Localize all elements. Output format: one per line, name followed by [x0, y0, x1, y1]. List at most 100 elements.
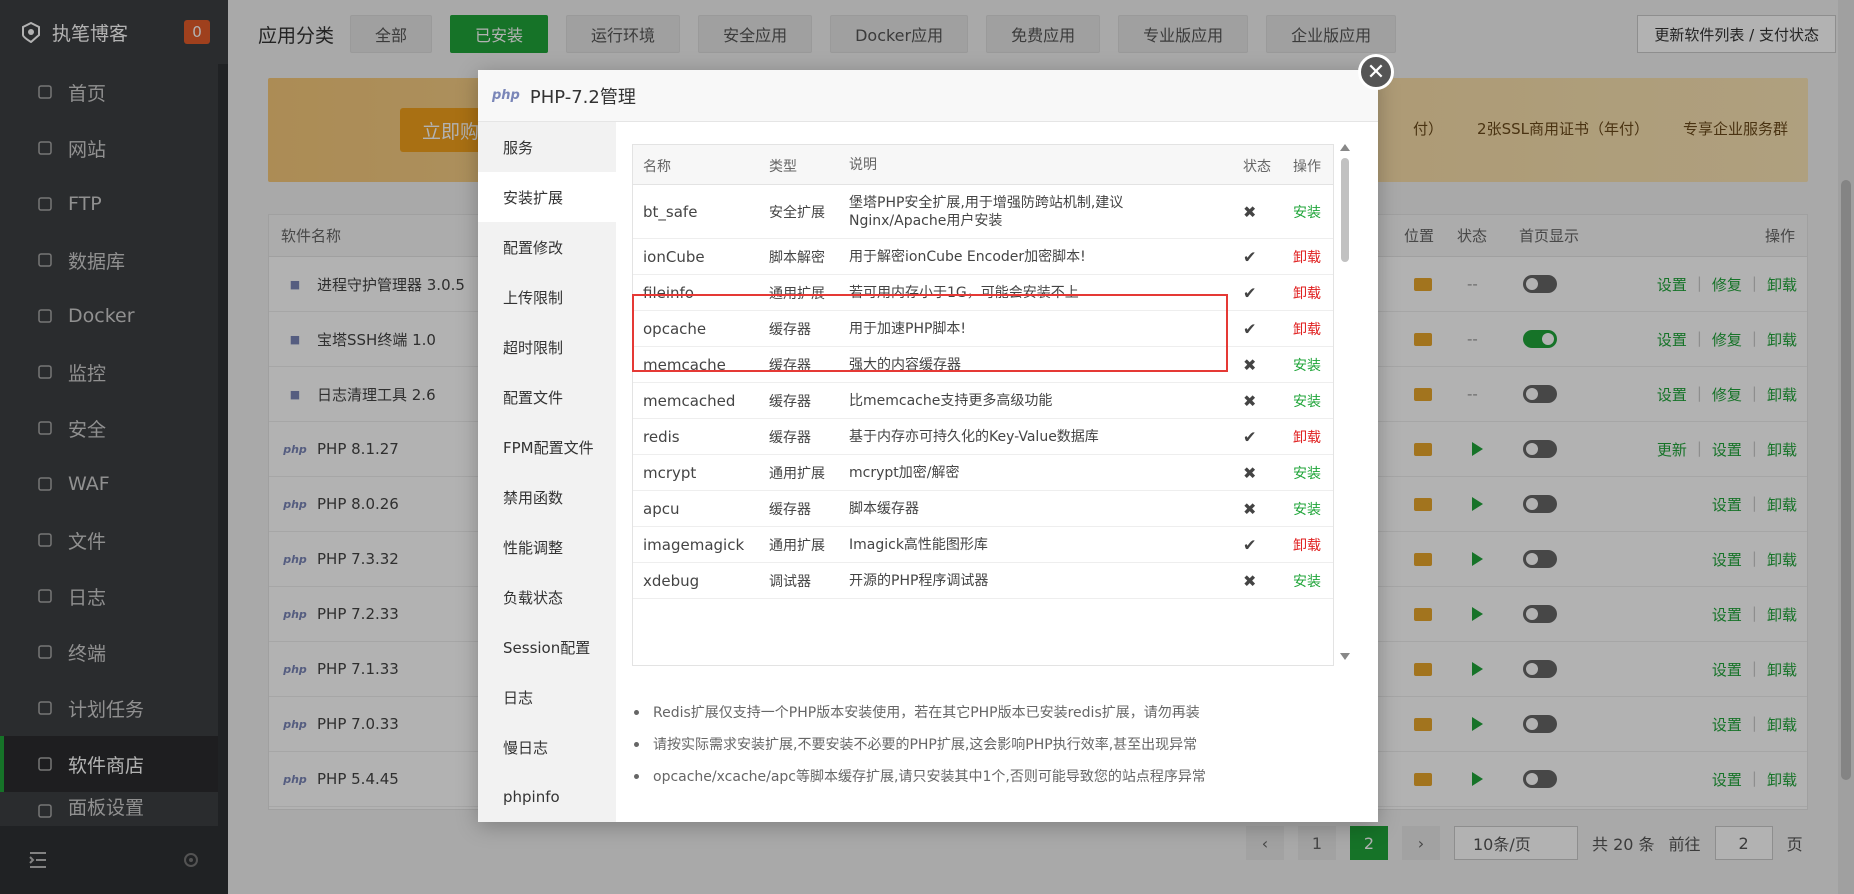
install-link[interactable]: 安装 [1293, 391, 1321, 411]
extension-name: bt_safe [643, 202, 698, 221]
install-link[interactable]: 安装 [1293, 499, 1321, 519]
modal-menu-item-1[interactable]: 安装扩展 [478, 172, 616, 222]
extension-type: 通用扩展 [769, 285, 825, 302]
extension-name: memcache [643, 355, 726, 374]
extension-name: xdebug [643, 571, 700, 590]
modal-side-menu: 服务 安装扩展 配置修改 上传限制 超时限制 配置文件 FPM配置文件 禁用函数 性能调整 负载状… [478, 122, 616, 822]
uninstall-link[interactable]: 卸载 [1293, 283, 1321, 303]
modal-body: 名称 类型 说明 状态 操作 bt_safe 安全扩展 堡塔PHP安全扩展,用于增强… [616, 122, 1378, 822]
install-link[interactable]: 安装 [1293, 355, 1321, 375]
modal-menu-item-4[interactable]: 超时限制 [478, 322, 616, 372]
extension-desc: mcrypt加密/解密 [849, 464, 960, 481]
install-link[interactable]: 安装 [1293, 463, 1321, 483]
extension-desc: 脚本缓存器 [849, 500, 919, 517]
cross-icon: ✖ [1243, 355, 1257, 374]
extension-type: 缓存器 [769, 501, 811, 518]
modal-menu-item-10[interactable]: Session配置 [478, 622, 616, 672]
extension-type: 通用扩展 [769, 465, 825, 482]
check-icon: ✔ [1243, 319, 1257, 338]
extension-type: 通用扩展 [769, 537, 825, 554]
extension-desc: 比memcache支持更多高级功能 [849, 392, 1053, 409]
extension-desc: 基于内存亦可持久化的Key-Value数据库 [849, 428, 1099, 445]
extension-rows: bt_safe 安全扩展 堡塔PHP安全扩展,用于增强防跨站机制,建议Nginx/A… [633, 185, 1333, 599]
cross-icon: ✖ [1243, 499, 1257, 518]
check-icon: ✔ [1243, 427, 1257, 446]
scroll-thumb[interactable] [1341, 158, 1349, 262]
extension-row: mcrypt 通用扩展 mcrypt加密/解密 ✖ 安装 [633, 455, 1333, 491]
extension-name: memcached [643, 391, 736, 410]
uninstall-link[interactable]: 卸载 [1293, 247, 1321, 267]
extension-row: xdebug 调试器 开源的PHP程序调试器 ✖ 安装 [633, 563, 1333, 599]
extension-type: 缓存器 [769, 429, 811, 446]
extension-type: 调试器 [769, 573, 811, 590]
cross-icon: ✖ [1243, 571, 1257, 590]
modal-menu-item-5[interactable]: 配置文件 [478, 372, 616, 422]
cross-icon: ✖ [1243, 463, 1257, 482]
check-icon: ✔ [1243, 247, 1257, 266]
extension-desc: 开源的PHP程序调试器 [849, 572, 989, 589]
php-manage-modal: php PHP-7.2管理 服务 安装扩展 配置修改 上传限制 超时限制 配置文件 FPM配… [478, 70, 1378, 822]
extension-row: memcached 缓存器 比memcache支持更多高级功能 ✖ 安装 [633, 383, 1333, 419]
modal-menu-item-12[interactable]: 慢日志 [478, 722, 616, 772]
extension-table-scrollbar[interactable] [1338, 144, 1352, 666]
extension-desc: 强大的内容缓存器 [849, 356, 961, 373]
extension-row: ionCube 脚本解密 用于解密ionCube Encoder加密脚本! ✔ 卸载 [633, 239, 1333, 275]
modal-menu-item-0[interactable]: 服务 [478, 122, 616, 172]
extension-desc: 若可用内存小于1G，可能会安装不上 [849, 284, 1079, 301]
cross-icon: ✖ [1243, 391, 1257, 410]
extension-row: fileinfo 通用扩展 若可用内存小于1G，可能会安装不上 ✔ 卸载 [633, 275, 1333, 311]
col-name: 名称 [643, 159, 671, 175]
extension-name: opcache [643, 319, 707, 338]
extension-row: opcache 缓存器 用于加速PHP脚本! ✔ 卸载 [633, 311, 1333, 347]
note-item: Redis扩展仅支持一个PHP版本安装使用，若在其它PHP版本已安装redis扩… [634, 702, 1206, 722]
modal-menu-item-8[interactable]: 性能调整 [478, 522, 616, 572]
scroll-down-icon[interactable] [1340, 653, 1350, 660]
close-modal-button[interactable]: ✕ [1358, 54, 1394, 90]
uninstall-link[interactable]: 卸载 [1293, 427, 1321, 447]
extension-type: 安全扩展 [769, 204, 825, 221]
extension-type: 缓存器 [769, 321, 811, 338]
extension-name: imagemagick [643, 535, 745, 554]
extension-table-header: 名称 类型 说明 状态 操作 [633, 145, 1333, 185]
extension-type: 缓存器 [769, 393, 811, 410]
col-state: 状态 [1243, 159, 1271, 175]
extension-row: apcu 缓存器 脚本缓存器 ✖ 安装 [633, 491, 1333, 527]
modal-menu-item-3[interactable]: 上传限制 [478, 272, 616, 322]
check-icon: ✔ [1243, 283, 1257, 302]
modal-menu-item-9[interactable]: 负载状态 [478, 572, 616, 622]
modal-menu-item-11[interactable]: 日志 [478, 672, 616, 722]
modal-menu-item-13[interactable]: phpinfo [478, 772, 616, 822]
modal-title: PHP-7.2管理 [529, 86, 636, 108]
cross-icon: ✖ [1243, 202, 1257, 221]
check-icon: ✔ [1243, 535, 1257, 554]
modal-header: php PHP-7.2管理 [478, 70, 1378, 122]
modal-menu-item-2[interactable]: 配置修改 [478, 222, 616, 272]
extension-row: imagemagick 通用扩展 Imagick高性能图形库 ✔ 卸载 [633, 527, 1333, 563]
extension-desc: 用于加速PHP脚本! [849, 320, 967, 337]
extension-row: bt_safe 安全扩展 堡塔PHP安全扩展,用于增强防跨站机制,建议Nginx/A… [633, 185, 1333, 239]
php-logo-icon: php [492, 88, 520, 103]
extension-row: redis 缓存器 基于内存亦可持久化的Key-Value数据库 ✔ 卸载 [633, 419, 1333, 455]
extension-name: redis [643, 427, 680, 446]
extension-row: memcache 缓存器 强大的内容缓存器 ✖ 安装 [633, 347, 1333, 383]
extension-notes: Redis扩展仅支持一个PHP版本安装使用，若在其它PHP版本已安装redis扩… [634, 702, 1206, 798]
modal-menu-item-6[interactable]: FPM配置文件 [478, 422, 616, 472]
extension-desc: 堡塔PHP安全扩展,用于增强防跨站机制,建议Nginx/Apache用户安装 [849, 194, 1124, 229]
extension-name: ionCube [643, 247, 705, 266]
extension-type: 脚本解密 [769, 249, 825, 266]
extension-table: 名称 类型 说明 状态 操作 bt_safe 安全扩展 堡塔PHP安全扩展,用于增强… [632, 144, 1334, 666]
extension-name: mcrypt [643, 463, 697, 482]
install-link[interactable]: 安装 [1293, 202, 1321, 222]
modal-menu-item-7[interactable]: 禁用函数 [478, 472, 616, 522]
scroll-up-icon[interactable] [1340, 144, 1350, 151]
col-op: 操作 [1293, 159, 1321, 175]
extension-desc: Imagick高性能图形库 [849, 536, 988, 553]
extension-desc: 用于解密ionCube Encoder加密脚本! [849, 248, 1086, 265]
note-item: opcache/xcache/apc等脚本缓存扩展,请只安装其中1个,否则可能导… [634, 766, 1206, 786]
col-type: 类型 [769, 159, 797, 175]
uninstall-link[interactable]: 卸载 [1293, 319, 1321, 339]
extension-name: fileinfo [643, 283, 694, 302]
install-link[interactable]: 安装 [1293, 571, 1321, 591]
uninstall-link[interactable]: 卸载 [1293, 535, 1321, 555]
extension-name: apcu [643, 499, 680, 518]
